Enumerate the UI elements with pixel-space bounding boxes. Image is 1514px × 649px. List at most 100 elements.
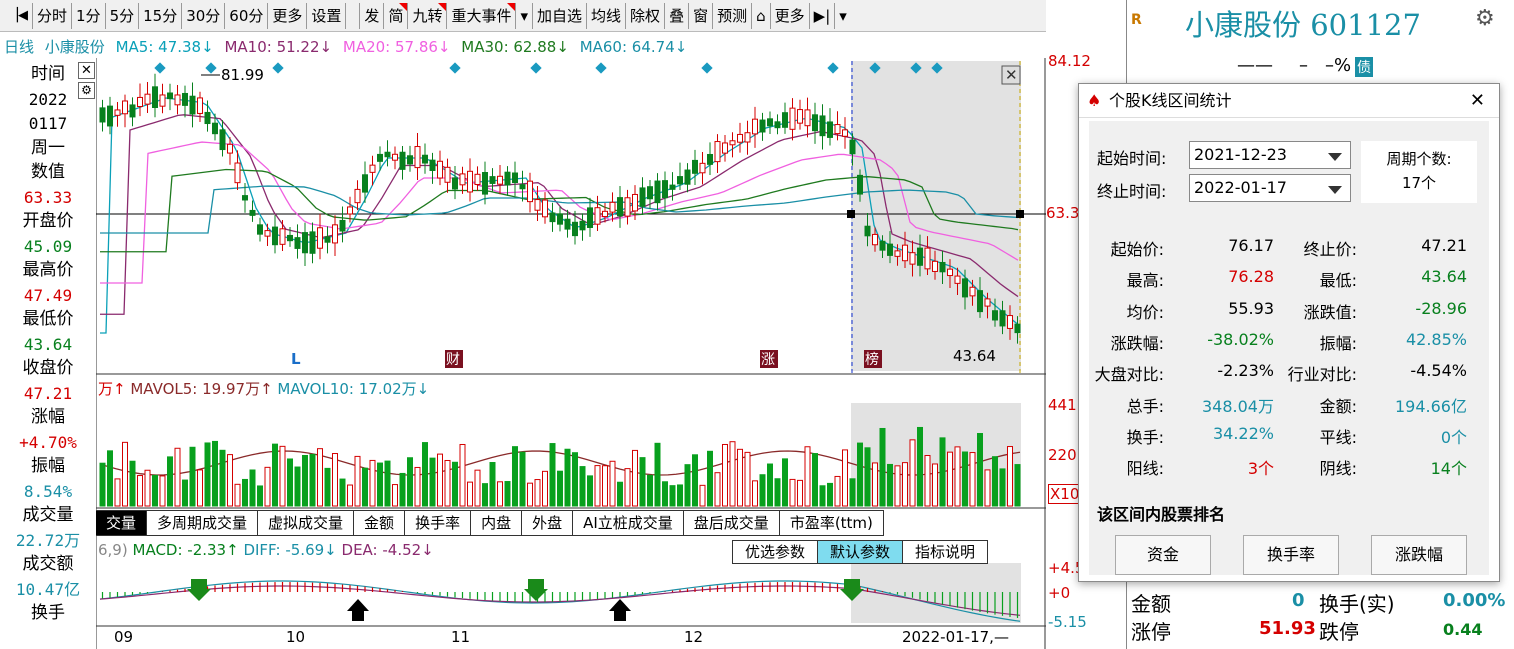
bond-badge[interactable]: 债 bbox=[1355, 57, 1373, 77]
param-buttons: 优选参数 默认参数 指标说明 bbox=[732, 540, 989, 564]
candle-body bbox=[579, 220, 586, 231]
selection-end-handle[interactable] bbox=[1016, 210, 1024, 218]
toolbar-dropdown-icon[interactable]: ▾ bbox=[835, 3, 851, 29]
capital-button[interactable]: 资金 bbox=[1115, 535, 1211, 575]
tab-turnover[interactable]: 换手率 bbox=[405, 511, 472, 535]
candle-body bbox=[557, 213, 563, 225]
candle-body bbox=[437, 160, 443, 179]
volume-bar bbox=[377, 462, 383, 507]
mavol5-label: MAVOL5: 19.97万↑ bbox=[130, 380, 273, 398]
amount-label: 金额 bbox=[1131, 592, 1171, 616]
gear-icon[interactable]: ⚙ bbox=[1475, 6, 1495, 31]
candle-body bbox=[332, 224, 338, 244]
tab-volume[interactable]: 交量 bbox=[96, 511, 148, 535]
jian-button[interactable]: 简 bbox=[384, 2, 409, 29]
candle-body bbox=[234, 162, 241, 184]
candle-body bbox=[767, 118, 773, 127]
volume-value: 22.72万 bbox=[15, 530, 81, 550]
tab-multi-period-volume[interactable]: 多周期成交量 bbox=[147, 511, 259, 535]
major-events-button[interactable]: 重大事件 bbox=[447, 2, 517, 29]
candle-body bbox=[992, 310, 998, 321]
tab-virtual-volume[interactable]: 虚拟成交量 bbox=[258, 511, 355, 535]
volume-bar bbox=[947, 451, 953, 507]
price-dash: —— bbox=[1237, 55, 1273, 76]
event-diamond-icon bbox=[154, 62, 166, 74]
volume-bar bbox=[564, 448, 571, 507]
settings-button[interactable]: 设置 bbox=[307, 2, 347, 29]
candle-body bbox=[842, 129, 848, 137]
tab-ai-volume[interactable]: AI立桩成交量 bbox=[573, 511, 684, 535]
candle-body bbox=[339, 219, 346, 232]
candle-body bbox=[467, 170, 473, 193]
end-date-select[interactable]: 2022-01-17 bbox=[1189, 174, 1351, 202]
indicator-help-button[interactable]: 指标说明 bbox=[903, 541, 988, 563]
tab-30min[interactable]: 30分 bbox=[182, 2, 226, 29]
volume-bar bbox=[752, 480, 758, 507]
candle-body bbox=[354, 188, 361, 204]
close-panel-icon[interactable]: ✕ bbox=[78, 62, 95, 79]
volume-bar bbox=[234, 483, 241, 507]
volume-bar bbox=[137, 475, 143, 507]
default-params-button[interactable]: 默认参数 bbox=[818, 541, 904, 563]
stat-value: 55.93 bbox=[1228, 298, 1274, 318]
lock-icon[interactable]: ⌂ bbox=[752, 2, 771, 29]
forecast-button[interactable]: 预测 bbox=[713, 2, 753, 29]
volume-bar bbox=[827, 482, 833, 507]
change-label: 涨幅 bbox=[31, 407, 65, 427]
candle-body bbox=[542, 199, 548, 218]
period-label[interactable]: 日线 bbox=[4, 38, 34, 56]
selection-start-handle[interactable] bbox=[847, 210, 855, 218]
tab-inner[interactable]: 内盘 bbox=[471, 511, 523, 535]
tab-pe-ttm[interactable]: 市盈率(ttm) bbox=[779, 511, 884, 535]
dialog-close-icon[interactable]: ✕ bbox=[1470, 84, 1485, 118]
dialog-title: 个股K线区间统计 bbox=[1109, 91, 1232, 110]
ma-button[interactable]: 均线 bbox=[587, 2, 627, 29]
tab-minute[interactable]: 分时 bbox=[33, 2, 73, 29]
candle-body bbox=[977, 290, 983, 313]
tab-outer[interactable]: 外盘 bbox=[522, 511, 574, 535]
candle-body bbox=[534, 199, 541, 211]
tab-after-hours-volume[interactable]: 盘后成交量 bbox=[683, 511, 780, 535]
volume-bar bbox=[789, 478, 796, 507]
dialog-titlebar[interactable]: ♠ 个股K线区间统计 ✕ bbox=[1079, 84, 1499, 118]
change-rank-button[interactable]: 涨跌幅 bbox=[1371, 535, 1467, 575]
candle-body bbox=[504, 171, 511, 186]
volume-bar bbox=[1007, 446, 1013, 507]
nav-back-icon[interactable]: ▕◀ bbox=[4, 2, 33, 29]
exright-button[interactable]: 除权 bbox=[626, 2, 666, 29]
candle-body bbox=[752, 118, 758, 135]
tab-more-period[interactable]: 更多 bbox=[268, 2, 308, 29]
tab-15min[interactable]: 15分 bbox=[139, 2, 183, 29]
fa-button[interactable]: 发 bbox=[360, 2, 385, 29]
indicator-tabs: 交量 多周期成交量 虚拟成交量 金额 换手率 内盘 外盘 AI立桩成交量 盘后成… bbox=[96, 510, 884, 536]
tab-amount[interactable]: 金额 bbox=[354, 511, 406, 535]
tab-5min[interactable]: 5分 bbox=[106, 2, 140, 29]
dropdown-icon[interactable]: ▾ bbox=[516, 2, 534, 29]
overlay-button[interactable]: 叠 bbox=[665, 2, 690, 29]
volume-bar bbox=[459, 443, 466, 507]
candle-body bbox=[969, 286, 976, 297]
jiuzhuan-button[interactable]: 九转 bbox=[408, 2, 448, 29]
volume-bar bbox=[257, 485, 263, 507]
stat-label: 阴线: bbox=[1319, 459, 1357, 479]
tab-1min[interactable]: 1分 bbox=[72, 2, 106, 29]
up-arrow-icon bbox=[347, 599, 369, 621]
more-button[interactable]: 更多 bbox=[771, 2, 810, 29]
tab-60min[interactable]: 60分 bbox=[225, 2, 269, 29]
window-button[interactable]: 窗 bbox=[689, 2, 714, 29]
volume-bar bbox=[669, 485, 676, 507]
gear-small-icon[interactable]: ⚙ bbox=[78, 82, 95, 99]
turnover-button[interactable]: 换手率 bbox=[1243, 535, 1339, 575]
volume-bar bbox=[549, 443, 556, 507]
candle-body bbox=[407, 155, 413, 165]
candle-body bbox=[744, 132, 751, 143]
stat-label: 最低: bbox=[1319, 271, 1357, 291]
skip-end-icon[interactable]: ▶| bbox=[810, 2, 836, 29]
candle-body bbox=[144, 93, 151, 105]
volume-bar bbox=[272, 443, 278, 507]
add-watchlist-button[interactable]: 加自选 bbox=[533, 2, 588, 29]
start-date-select[interactable]: 2021-12-23 bbox=[1189, 141, 1351, 169]
close-label: 收盘价 bbox=[22, 358, 74, 378]
volume-bar bbox=[962, 451, 968, 507]
optimized-params-button[interactable]: 优选参数 bbox=[733, 541, 819, 563]
